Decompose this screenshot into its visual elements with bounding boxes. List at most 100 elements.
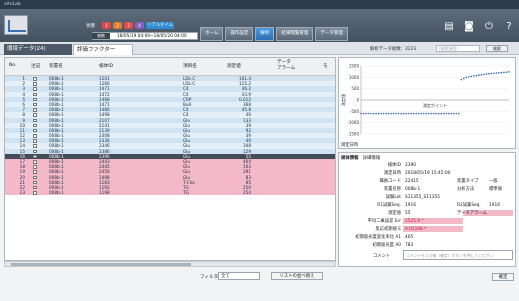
chart-point — [450, 112, 453, 115]
row-checkbox[interactable] — [33, 175, 37, 180]
row-checkbox[interactable] — [33, 77, 37, 81]
detail-row: 測定値 55 データアラーム — [339, 210, 515, 217]
col-header-item[interactable]: 項目名 — [183, 63, 197, 69]
period-button[interactable]: 期間 — [92, 33, 110, 39]
row-checkbox[interactable] — [33, 108, 37, 112]
detail-label: 試験Lot — [385, 195, 401, 200]
chart-point — [453, 112, 455, 115]
status-badge-3[interactable]: 3 — [124, 22, 133, 29]
realtime-badge[interactable]: リアルタイム — [146, 22, 174, 29]
sub-toolbar: 環境データ(24) 評価ファクター 解析データ総数：2223 (検索項目) 検索 — [0, 42, 519, 55]
detail-value-secondary: 1916 — [489, 203, 500, 208]
tab-evaluation-factor[interactable]: 評価ファクター — [73, 44, 133, 55]
col-header-note[interactable]: 注記 — [31, 63, 40, 69]
detail-value: 405 — [405, 235, 414, 240]
col-header-device[interactable]: 装置名 — [49, 63, 63, 69]
top-icons: ▤ ◙ ⏻ ? — [443, 21, 515, 33]
search-button[interactable]: 検索 — [486, 45, 508, 52]
detail-label: 平均二乗誤差 Err — [367, 219, 401, 224]
detail-label-secondary: R2試薬Seq. — [457, 203, 481, 208]
col-header-mo[interactable]: モ — [323, 63, 328, 69]
scrollbar-thumb[interactable] — [11, 263, 191, 266]
detail-value: 1916 — [405, 203, 416, 208]
chart-point — [385, 112, 387, 115]
nav-tab-data[interactable]: データ管理 — [315, 27, 348, 41]
detail-value: S11355_S11355 — [405, 195, 440, 200]
status-badge-2[interactable]: 2 — [113, 22, 122, 29]
row-checkbox[interactable] — [33, 139, 37, 143]
analysis-count: 解析データ総数：2223 — [370, 47, 417, 52]
list-icon[interactable]: ▤ — [443, 21, 455, 33]
row-checkbox[interactable] — [33, 154, 37, 159]
col-header-value[interactable]: 測定値 — [227, 63, 241, 69]
detail-label-secondary: データアラーム — [457, 211, 487, 216]
table-horizontal-scrollbar[interactable] — [4, 261, 336, 267]
tab-detail-info[interactable]: 詳細情報 — [363, 155, 381, 161]
row-checkbox[interactable] — [33, 165, 37, 169]
filter-select[interactable]: 全て — [218, 272, 260, 280]
col-header-no[interactable]: No. — [9, 63, 17, 68]
row-checkbox[interactable] — [33, 134, 37, 138]
row-checkbox[interactable] — [33, 118, 37, 122]
chart-panel: 1500 1000 500 0 -500 -1000 -1500 測定ポイント 測定値 測定日時 — [338, 57, 516, 149]
tab-sample-info[interactable]: 検体情報 — [341, 155, 359, 161]
row-checkbox[interactable] — [33, 160, 37, 164]
row-checkbox[interactable] — [33, 149, 37, 154]
comment-input[interactable]: コメントを入力後（確定）ボタンを押してください — [403, 250, 513, 260]
nav-tab-results[interactable]: 結果閲覧管理 — [276, 27, 314, 41]
chart-y-tick-label: -1000 — [347, 120, 359, 125]
row-no: 23 — [19, 190, 25, 196]
col-header-data-alarm[interactable]: データ アラーム — [277, 60, 295, 72]
table-row[interactable]: 23 008b-1 1198 TG 254 — [5, 190, 335, 196]
row-checkbox[interactable] — [33, 191, 37, 195]
chart-point — [500, 71, 503, 74]
chart-point — [390, 112, 392, 115]
detail-label: 装置名称 — [383, 187, 401, 192]
status-badge-4[interactable]: 4 — [135, 22, 144, 29]
tab-environment-data[interactable]: 環境データ(24) — [4, 44, 72, 55]
chart-point — [495, 72, 498, 74]
row-checkbox[interactable] — [33, 87, 37, 91]
chart-x-axis-label: 測定ポイント — [423, 102, 447, 108]
nav-tab-settings[interactable]: 操作設定 — [225, 27, 254, 41]
chart-point — [422, 112, 425, 115]
row-checkbox[interactable] — [33, 185, 37, 190]
confirm-button[interactable]: 確定 — [492, 273, 514, 281]
detail-value: 55 — [405, 211, 411, 216]
table-header: No. 注記 装置名 検体ID 項目名 測定値 データ アラーム モ — [5, 58, 335, 76]
row-checkbox[interactable] — [33, 113, 37, 117]
chart-point — [442, 112, 445, 115]
search-input[interactable]: (検索項目) — [436, 45, 480, 52]
row-checkbox[interactable] — [33, 92, 37, 97]
chart-y-axis-label: 測定値 — [340, 94, 346, 106]
row-checkbox[interactable] — [33, 144, 37, 148]
row-device: 008b-1 — [49, 190, 64, 196]
chart-point — [387, 112, 390, 115]
status-badge-1[interactable]: 1 — [102, 22, 111, 29]
camera-icon[interactable]: ◙ — [463, 21, 475, 33]
chart-point — [488, 72, 490, 75]
row-checkbox[interactable] — [33, 123, 37, 128]
detail-label-secondary: 装置タイプ — [457, 179, 479, 184]
comment-label: コメント — [373, 254, 391, 259]
col-header-sample-id[interactable]: 検体ID — [99, 63, 113, 69]
reorder-list-button[interactable]: リストの並べ替え — [271, 272, 323, 280]
row-checkbox[interactable] — [33, 180, 37, 185]
row-checkbox[interactable] — [33, 97, 37, 102]
scatter-chart: 1500 1000 500 0 -500 -1000 -1500 測定ポイント 測定値 — [340, 64, 510, 137]
row-checkbox[interactable] — [33, 170, 37, 174]
row-checkbox[interactable] — [33, 128, 37, 133]
chart-point — [415, 112, 417, 115]
power-icon[interactable]: ⏻ — [483, 21, 495, 33]
row-checkbox[interactable] — [33, 82, 37, 86]
detail-tabs: 検体情報 詳細情報 — [341, 155, 380, 161]
chart-point — [478, 74, 480, 76]
help-icon[interactable]: ? — [503, 21, 515, 33]
nav-tab-analysis[interactable]: 解析 — [255, 27, 275, 41]
row-checkbox[interactable] — [33, 102, 37, 107]
detail-label: 反応初期値 E — [375, 227, 401, 232]
chart-point — [420, 112, 423, 115]
chart-point — [405, 112, 407, 115]
chart-point — [475, 74, 478, 77]
nav-tab-home[interactable]: ホーム — [200, 27, 224, 41]
